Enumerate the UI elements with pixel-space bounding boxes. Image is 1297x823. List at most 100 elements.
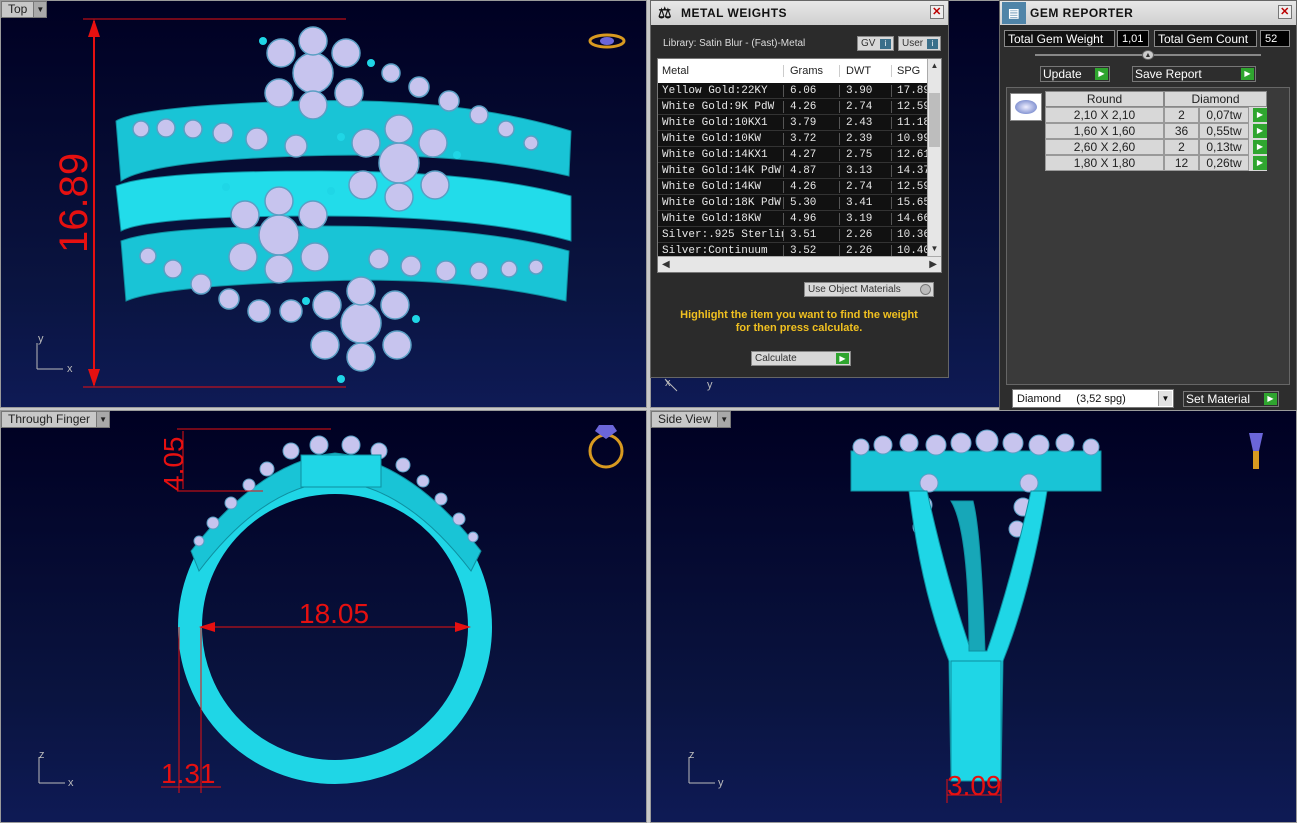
table-row[interactable]: White Gold:18KW 4.96 3.19 14.66 xyxy=(658,211,941,227)
spg-cell: 12.61 xyxy=(897,148,928,161)
gem-weight-cell: 0,55tw xyxy=(1199,123,1249,139)
info-icon: i xyxy=(927,39,938,49)
vertical-scrollbar[interactable]: ▲ ▼ xyxy=(927,59,941,256)
select-gem-icon[interactable]: ▶ xyxy=(1253,124,1267,138)
chevron-down-icon[interactable]: ▼ xyxy=(33,2,47,17)
gem-count-cell: 2 xyxy=(1164,107,1199,123)
table-row[interactable]: White Gold:14K PdW 4.87 3.13 14.37 xyxy=(658,163,941,179)
through-finger-viewport[interactable]: Through Finger ▼ 18.05 4.05 1.31 z x xyxy=(0,410,647,823)
metal-cell: Yellow Gold:22KY xyxy=(658,84,784,97)
dwt-cell: 2.26 xyxy=(840,244,892,257)
set-material-button[interactable]: Set Material ▶ xyxy=(1183,391,1279,407)
metal-weights-titlebar[interactable]: ⚖ METAL WEIGHTS ✕ xyxy=(651,1,948,25)
axis-x-label: x xyxy=(665,377,671,389)
chevron-down-icon[interactable]: ▼ xyxy=(717,412,731,427)
top-view-label[interactable]: Top ▼ xyxy=(1,1,48,18)
material-header: Diamond xyxy=(1164,91,1267,107)
spg-cell: 15.65 xyxy=(897,196,928,209)
inner-diameter-dimension: 18.05 xyxy=(299,598,369,629)
gem-reporter-title: GEM REPORTER xyxy=(1030,6,1134,20)
gem-size-cell: 1,60 X 1,60 xyxy=(1045,123,1164,139)
top-height-dimension: 16.89 xyxy=(52,153,96,253)
spg-cell: 12.59 xyxy=(897,180,928,193)
top-viewport[interactable]: Top ▼ 16.89 y x xyxy=(0,0,647,408)
grams-cell: 6.06 xyxy=(784,84,840,97)
grams-cell: 5.30 xyxy=(784,196,840,209)
metal-cell: Silver:Continuum xyxy=(658,244,784,257)
side-viewport[interactable]: Side View ▼ 3.09 z y xyxy=(650,410,1297,823)
spg-cell: 17.89 xyxy=(897,84,928,97)
col-dwt[interactable]: DWT xyxy=(840,65,892,77)
band-thickness-dimension: 1.31 xyxy=(161,758,216,789)
spg-cell: 10.40 xyxy=(897,244,928,257)
chevron-down-icon[interactable]: ▼ xyxy=(96,412,110,427)
scroll-right-icon[interactable]: ▶ xyxy=(929,259,937,270)
dwt-cell: 2.74 xyxy=(840,100,892,113)
scroll-down-icon[interactable]: ▼ xyxy=(928,242,941,256)
horizontal-scrollbar[interactable]: ◀ ▶ xyxy=(658,256,941,272)
side-view-render: 3.09 xyxy=(688,429,1263,803)
gem-reporter-titlebar[interactable]: ▤ GEM REPORTER ✕ xyxy=(1000,1,1296,25)
gem-weight-cell: 0,13tw xyxy=(1199,139,1249,155)
set-material-label: Set Material xyxy=(1186,392,1251,406)
spg-cell: 14.37 xyxy=(897,164,928,177)
col-metal[interactable]: Metal xyxy=(658,65,784,77)
gem-size-cell: 2,60 X 2,60 xyxy=(1045,139,1164,155)
grams-cell: 3.72 xyxy=(784,132,840,145)
table-row[interactable]: Yellow Gold:22KY 6.06 3.90 17.89 xyxy=(658,83,941,99)
select-gem-icon[interactable]: ▶ xyxy=(1253,108,1267,122)
col-grams[interactable]: Grams xyxy=(784,65,840,77)
user-toggle[interactable]: User i xyxy=(898,36,941,51)
table-row[interactable]: White Gold:10KX1 3.79 2.43 11.18 xyxy=(658,115,941,131)
gem-count-cell: 36 xyxy=(1164,123,1199,139)
scroll-thumb[interactable] xyxy=(929,93,940,147)
chevron-down-icon[interactable]: ▼ xyxy=(1158,391,1172,406)
table-row[interactable]: Silver:.925 Sterling 3.51 2.26 10.36 xyxy=(658,227,941,243)
table-row[interactable]: White Gold:14KX1 4.27 2.75 12.61 xyxy=(658,147,941,163)
calculate-button[interactable]: Calculate ▶ xyxy=(751,351,851,366)
gem-row[interactable]: 2,10 X 2,10 2 0,07tw ▶ xyxy=(1045,107,1267,123)
dwt-cell: 2.39 xyxy=(840,132,892,145)
round-diamond-icon[interactable] xyxy=(1010,93,1042,121)
table-row[interactable]: White Gold:10KW 3.72 2.39 10.99 xyxy=(658,131,941,147)
save-report-button[interactable]: Save Report ▶ xyxy=(1132,66,1256,82)
gem-row[interactable]: 1,60 X 1,60 36 0,55tw ▶ xyxy=(1045,123,1267,139)
metal-weights-table[interactable]: Metal Grams DWT SPG Yellow Gold:22KY 6.06… xyxy=(657,58,942,273)
close-icon[interactable]: ✕ xyxy=(930,5,944,19)
hint-line-2: for then press calculate. xyxy=(735,322,863,334)
select-gem-icon[interactable]: ▶ xyxy=(1253,156,1267,170)
select-gem-icon[interactable]: ▶ xyxy=(1253,140,1267,154)
ring-side-icon xyxy=(1249,433,1263,451)
metal-cell: White Gold:10KW xyxy=(658,132,784,145)
use-object-materials-checkbox[interactable]: Use Object Materials xyxy=(804,282,934,297)
report-icon: ▤ xyxy=(1002,2,1026,24)
dwt-cell: 2.26 xyxy=(840,228,892,241)
gem-table-body: 2,10 X 2,10 2 0,07tw ▶ 1,60 X 1,60 36 0,55tw ▶ 2… xyxy=(1045,107,1267,171)
gv-toggle[interactable]: GV i xyxy=(857,36,894,51)
dwt-cell: 3.13 xyxy=(840,164,892,177)
metal-weights-title: METAL WEIGHTS xyxy=(681,6,788,20)
col-spg[interactable]: SPG xyxy=(892,65,928,77)
material-select[interactable]: Diamond (3,52 spg) ▼ xyxy=(1012,389,1174,408)
update-button[interactable]: Update ▶ xyxy=(1040,66,1110,82)
table-header: Metal Grams DWT SPG xyxy=(658,59,941,83)
dwt-cell: 2.74 xyxy=(840,180,892,193)
side-view-label[interactable]: Side View ▼ xyxy=(651,411,732,428)
table-row[interactable]: White Gold:18K PdW 5.30 3.41 15.65 xyxy=(658,195,941,211)
gem-row[interactable]: 2,60 X 2,60 2 0,13tw ▶ xyxy=(1045,139,1267,155)
scroll-left-icon[interactable]: ◀ xyxy=(662,259,670,270)
scroll-up-icon[interactable]: ▲ xyxy=(928,59,941,73)
through-finger-label[interactable]: Through Finger ▼ xyxy=(1,411,111,428)
collapse-icon[interactable]: ▲ xyxy=(1142,50,1154,60)
grams-cell: 3.79 xyxy=(784,116,840,129)
info-icon: i xyxy=(880,39,891,49)
spg-cell: 14.66 xyxy=(897,212,928,225)
table-row[interactable]: White Gold:14KW 4.26 2.74 12.59 xyxy=(658,179,941,195)
total-gem-count-value: 52 xyxy=(1260,30,1290,47)
gem-row[interactable]: 1,80 X 1,80 12 0,26tw ▶ xyxy=(1045,155,1267,171)
table-row[interactable]: White Gold:9K PdW 4.26 2.74 12.59 xyxy=(658,99,941,115)
spg-cell: 10.36 xyxy=(897,228,928,241)
axis-z-label: z xyxy=(689,749,695,761)
gv-label: GV xyxy=(861,38,876,49)
close-icon[interactable]: ✕ xyxy=(1278,5,1292,19)
